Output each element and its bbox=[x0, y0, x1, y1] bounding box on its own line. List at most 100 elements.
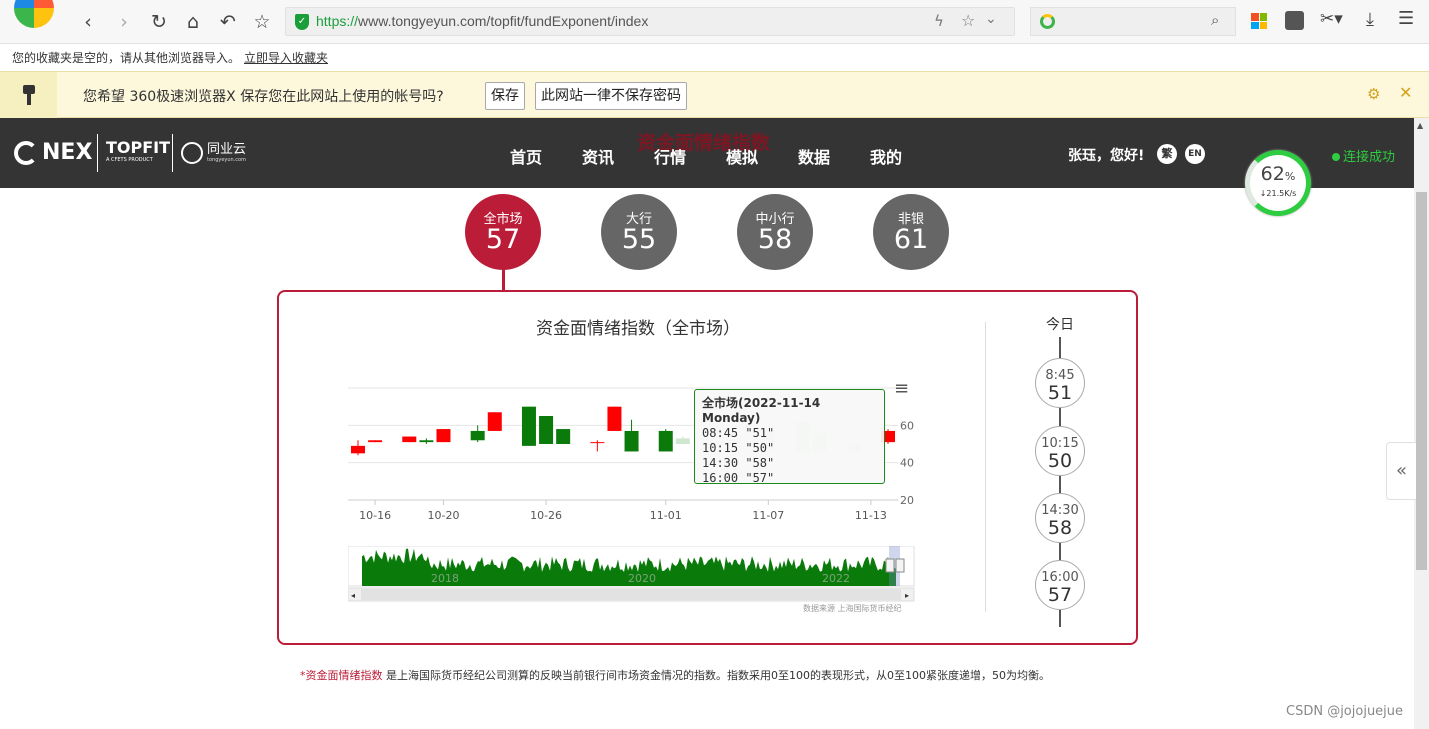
url-text: https://www.tongyeyun.com/topfit/fundExp… bbox=[316, 13, 648, 29]
favorite-star-icon[interactable]: ☆ bbox=[961, 11, 975, 30]
never-save-password-button[interactable]: 此网站一律不保存密码 bbox=[535, 82, 687, 110]
navigator-year-label: 2022 bbox=[822, 572, 850, 585]
candle-body bbox=[351, 445, 365, 454]
download-icon[interactable]: ⤓ bbox=[1366, 9, 1374, 30]
logo-divider bbox=[172, 134, 173, 172]
tooltip-line: 16:00 "57" bbox=[702, 471, 775, 485]
candle-body bbox=[436, 429, 451, 443]
nav-news[interactable]: 资讯 bbox=[582, 144, 614, 168]
circle-value: 58 bbox=[757, 224, 793, 255]
x-tick-label: 11-13 bbox=[855, 509, 887, 522]
x-tick-label: 10-16 bbox=[359, 509, 391, 522]
chart-tooltip: 全市场(2022-11-14 Monday) 08:45 "51" 10:15 … bbox=[694, 389, 885, 485]
y-tick-label: 40 bbox=[900, 457, 914, 470]
index-circle-all-market[interactable]: 全市场 57 bbox=[465, 194, 541, 270]
timeline-value: 50 bbox=[1047, 450, 1073, 472]
nex-logo[interactable]: NEX bbox=[14, 140, 92, 165]
connection-status-text: 连接成功 bbox=[1343, 150, 1396, 165]
index-circle-non-banks[interactable]: 非银 61 bbox=[873, 194, 949, 270]
scrollbar-thumb[interactable] bbox=[1416, 192, 1427, 570]
nav-mine[interactable]: 我的 bbox=[870, 144, 902, 168]
close-icon[interactable]: ✕ bbox=[1399, 83, 1412, 102]
search-engine-icon bbox=[1040, 14, 1055, 29]
tongyeyun-logo[interactable]: 同业云 tongyeyun.com bbox=[181, 142, 246, 164]
star-icon[interactable]: ☆ bbox=[250, 10, 274, 34]
network-speed-widget[interactable]: 62% ↓21.5K/s bbox=[1245, 150, 1311, 216]
navigator-scroll-thumb bbox=[361, 589, 901, 600]
timeline-time: 8:45 bbox=[1045, 368, 1075, 383]
vertical-scrollbar[interactable]: ▲ bbox=[1414, 118, 1429, 729]
candle-body bbox=[419, 440, 434, 443]
bookmark-empty-text: 您的收藏夹是空的，请从其他浏览器导入。 bbox=[12, 51, 241, 65]
tooltip-line: 08:45 "51" bbox=[702, 426, 775, 440]
nav-market[interactable]: 行情 bbox=[654, 144, 686, 168]
user-greeting[interactable]: 张珏，您好! bbox=[1068, 145, 1144, 165]
menu-icon[interactable]: ☰ bbox=[1398, 8, 1414, 29]
reload-icon[interactable]: ↻ bbox=[147, 10, 171, 34]
search-box[interactable]: ⌕ bbox=[1030, 7, 1236, 36]
tongyeyun-logo-icon bbox=[181, 142, 203, 164]
candle-body bbox=[590, 442, 605, 444]
search-icon[interactable]: ⌕ bbox=[1211, 11, 1219, 29]
save-password-bar: 您希望 360极速浏览器X 保存您在此网站上使用的帐号吗? 保存 此网站一律不保… bbox=[0, 71, 1429, 118]
timeline-node[interactable]: 8:45 51 bbox=[1035, 358, 1085, 408]
footer-highlight[interactable]: 资金面情绪指数 bbox=[306, 669, 383, 682]
nex-logo-text: NEX bbox=[42, 140, 93, 165]
circle-value: 57 bbox=[485, 224, 521, 255]
y-tick-label: 60 bbox=[900, 419, 914, 432]
footer-text: 是上海国际货币经纪公司测算的反映当前银行间市场资金情况的指数。指数采用0至100… bbox=[382, 669, 1050, 682]
lang-en-button[interactable]: EN bbox=[1185, 144, 1205, 164]
scroll-left-icon: ◂ bbox=[351, 591, 355, 600]
timeline-time: 10:15 bbox=[1041, 436, 1079, 451]
x-tick-label: 11-07 bbox=[752, 509, 784, 522]
secure-shield-icon: ✓ bbox=[295, 14, 309, 30]
candle-body bbox=[539, 416, 554, 444]
nav-home[interactable]: 首页 bbox=[510, 144, 542, 168]
active-connector bbox=[502, 270, 505, 291]
nex-swirl-icon bbox=[14, 140, 38, 165]
apps-icon[interactable] bbox=[1251, 13, 1267, 29]
url-path: www.tongyeyun.com/topfit/fundExponent/in… bbox=[358, 13, 649, 29]
reader-icon[interactable] bbox=[1285, 11, 1304, 30]
import-bookmarks-link[interactable]: 立即导入收藏夹 bbox=[244, 49, 328, 66]
x-tick-label: 10-20 bbox=[427, 509, 459, 522]
timeline-node[interactable]: 14:30 58 bbox=[1035, 493, 1085, 543]
browser-logo-icon[interactable] bbox=[14, 0, 54, 28]
save-password-button[interactable]: 保存 bbox=[485, 82, 525, 110]
chevron-down-icon[interactable]: ⌄ bbox=[985, 11, 997, 27]
timeline-node[interactable]: 10:15 50 bbox=[1035, 426, 1085, 476]
side-collapse-button[interactable]: « bbox=[1386, 442, 1416, 500]
data-source-note: 数据来源 上海国际货币经纪 bbox=[803, 604, 902, 613]
candle-body bbox=[368, 440, 383, 443]
address-bar[interactable]: ✓ https://www.tongyeyun.com/topfit/fundE… bbox=[285, 7, 1015, 36]
settings-gear-icon[interactable]: ⚙ bbox=[1367, 85, 1380, 103]
home-icon[interactable]: ⌂ bbox=[181, 10, 205, 34]
save-password-prompt: 您希望 360极速浏览器X 保存您在此网站上使用的帐号吗? bbox=[83, 89, 444, 105]
lightning-icon[interactable]: ϟ bbox=[934, 12, 944, 30]
index-circle-small-banks[interactable]: 中小行 58 bbox=[737, 194, 813, 270]
tooltip-line: 10:15 "50" bbox=[702, 441, 775, 455]
undo-icon[interactable]: ↶ bbox=[216, 10, 240, 34]
nav-simulation[interactable]: 模拟 bbox=[726, 144, 758, 168]
tongyeyun-logo-sub: tongyeyun.com bbox=[207, 156, 246, 163]
scroll-up-icon[interactable]: ▲ bbox=[1417, 121, 1423, 130]
index-circle-big-banks[interactable]: 大行 55 bbox=[601, 194, 677, 270]
key-icon bbox=[0, 72, 57, 118]
bookmark-bar: 您的收藏夹是空的，请从其他浏览器导入。 立即导入收藏夹 bbox=[0, 44, 1429, 70]
timeline-node[interactable]: 16:00 57 bbox=[1035, 560, 1085, 610]
tooltip-title: 全市场(2022-11-14 Monday) bbox=[702, 396, 821, 425]
timeline-value: 51 bbox=[1047, 382, 1073, 404]
candle-body bbox=[521, 406, 536, 446]
forward-icon[interactable]: › bbox=[112, 10, 136, 34]
status-dot-icon bbox=[1332, 153, 1340, 161]
watermark: CSDN @jojojuejue bbox=[1286, 704, 1404, 719]
scissors-icon[interactable]: ✂▾ bbox=[1320, 9, 1343, 29]
overview-navigator[interactable]: 2018 2020 2022 ◂ ▸ bbox=[348, 546, 915, 603]
chart-menu-icon[interactable]: ≡ bbox=[894, 378, 909, 399]
browser-toolbar: ‹ › ↻ ⌂ ↶ ☆ ✓ https://www.tongyeyun.com/… bbox=[0, 0, 1429, 44]
topfit-logo[interactable]: TOPFIT A CFETS PRODUCT bbox=[106, 140, 170, 165]
lang-traditional-button[interactable]: 繁 bbox=[1157, 144, 1177, 164]
nav-data[interactable]: 数据 bbox=[798, 144, 830, 168]
back-icon[interactable]: ‹ bbox=[76, 10, 100, 34]
candle-body bbox=[470, 430, 485, 441]
